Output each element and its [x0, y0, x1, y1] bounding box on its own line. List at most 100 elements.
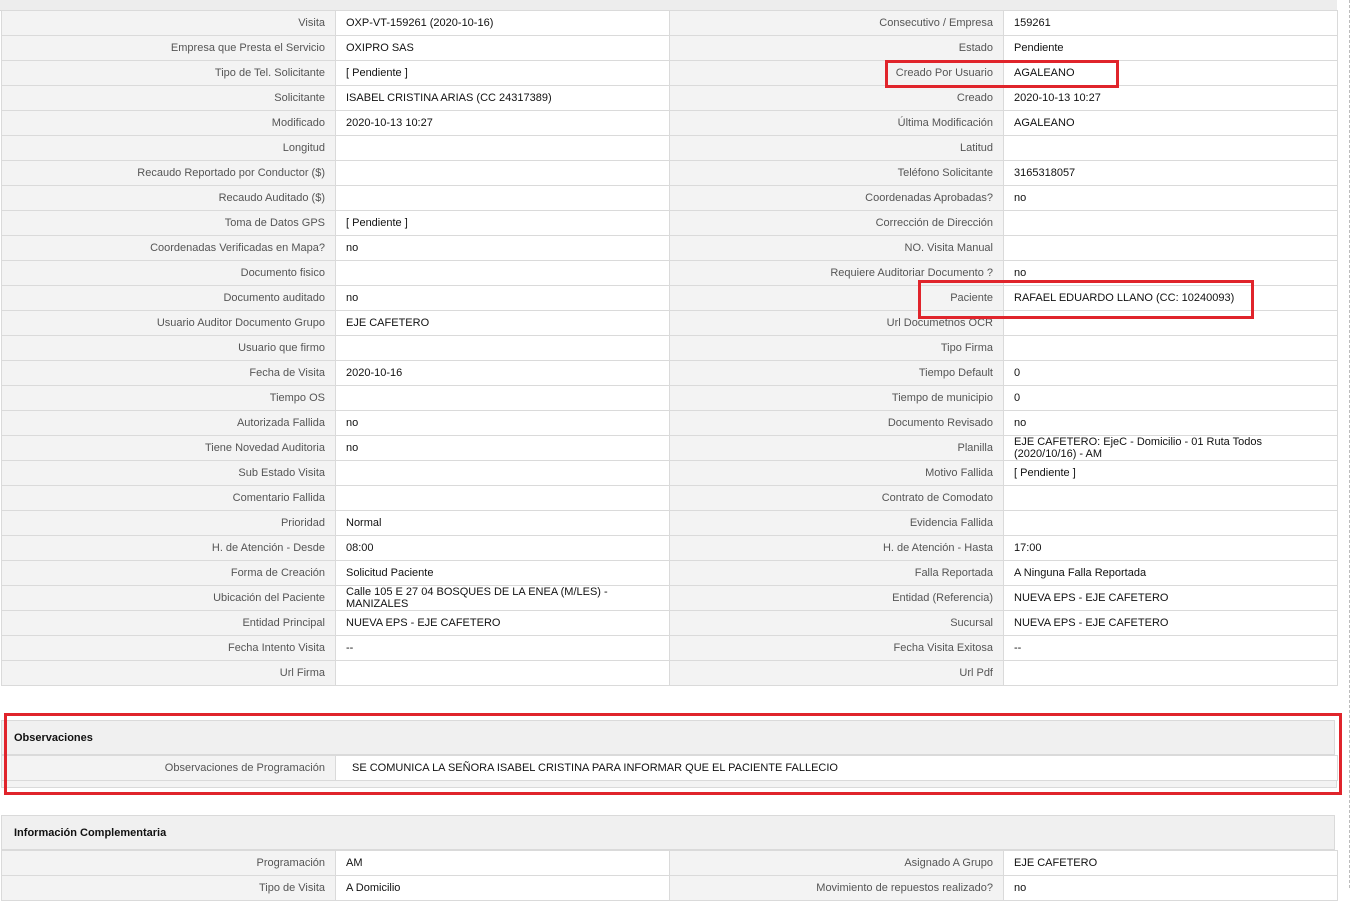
field-label: Tiene Novedad Auditoria — [1, 435, 336, 461]
field-value: Normal — [335, 510, 670, 536]
table-row: Autorizada Fallida no Documento Revisado … — [1, 410, 1338, 436]
field-label: H. de Atención - Hasta — [669, 535, 1004, 561]
field-value: -- — [1003, 635, 1338, 661]
table-row: Forma de Creación Solicitud Paciente Falla… — [1, 560, 1338, 586]
observaciones-value: SE COMUNICA LA SEÑORA ISABEL CRISTINA PA… — [335, 755, 1338, 781]
field-label: Url Pdf — [669, 660, 1004, 686]
field-value — [1003, 510, 1338, 536]
field-label: Contrato de Comodato — [669, 485, 1004, 511]
table-row: Longitud Latitud — [1, 135, 1338, 161]
field-value: OXIPRO SAS — [335, 35, 670, 61]
field-label: Latitud — [669, 135, 1004, 161]
table-row: Usuario que firmo Tipo Firma — [1, 335, 1338, 361]
field-label: Tiempo de municipio — [669, 385, 1004, 411]
field-label: Última Modificación — [669, 110, 1004, 136]
field-label: Entidad (Referencia) — [669, 585, 1004, 611]
field-value: 2020-10-13 10:27 — [1003, 85, 1338, 111]
field-value: AM — [335, 850, 670, 876]
table-row: H. de Atención - Desde 08:00 H. de Atenció… — [1, 535, 1338, 561]
field-label: Documento fisico — [1, 260, 336, 286]
table-row: Documento auditado no Paciente RAFAEL EDUA… — [1, 285, 1338, 311]
field-label: Sub Estado Visita — [1, 460, 336, 486]
field-label: Paciente — [669, 285, 1004, 311]
field-label: Tiempo Default — [669, 360, 1004, 386]
table-row: Visita OXP-VT-159261 (2020-10-16) Consecut… — [1, 10, 1338, 36]
field-label: Teléfono Solicitante — [669, 160, 1004, 186]
field-value — [1003, 210, 1338, 236]
field-label: Creado — [669, 85, 1004, 111]
field-label: NO. Visita Manual — [669, 235, 1004, 261]
field-value: -- — [335, 635, 670, 661]
field-value: no — [1003, 260, 1338, 286]
field-value: [ Pendiente ] — [335, 210, 670, 236]
field-value: AGALEANO — [1003, 110, 1338, 136]
table-row: Recaudo Auditado ($) Coordenadas Aprobada… — [1, 185, 1338, 211]
field-label: Requiere Auditoriar Documento ? — [669, 260, 1004, 286]
observaciones-header: Observaciones — [1, 720, 1335, 755]
field-value: 17:00 — [1003, 535, 1338, 561]
field-label: Recaudo Auditado ($) — [1, 185, 336, 211]
field-value: AGALEANO — [1003, 60, 1338, 86]
table-row: Fecha de Visita 2020-10-16 Tiempo Default… — [1, 360, 1338, 386]
table-row: Usuario Auditor Documento Grupo EJE CAFET… — [1, 310, 1338, 336]
field-value: 0 — [1003, 360, 1338, 386]
table-row: Empresa que Presta el Servicio OXIPRO SAS… — [1, 35, 1338, 61]
field-value: ISABEL CRISTINA ARIAS (CC 24317389) — [335, 85, 670, 111]
field-value: OXP-VT-159261 (2020-10-16) — [335, 10, 670, 36]
field-value: NUEVA EPS - EJE CAFETERO — [1003, 585, 1338, 611]
table-row: Solicitante ISABEL CRISTINA ARIAS (CC 243… — [1, 85, 1338, 111]
field-value: 0 — [1003, 385, 1338, 411]
field-value — [335, 460, 670, 486]
field-value: no — [335, 285, 670, 311]
field-value: 2020-10-16 — [335, 360, 670, 386]
field-label: Solicitante — [1, 85, 336, 111]
field-label: Sucursal — [669, 610, 1004, 636]
field-label: Estado — [669, 35, 1004, 61]
table-row: Toma de Datos GPS[ Pendiente ] Corrección… — [1, 210, 1338, 236]
field-value: no — [1003, 410, 1338, 436]
field-value: 2020-10-13 10:27 — [335, 110, 670, 136]
field-value: 3165318057 — [1003, 160, 1338, 186]
field-value — [1003, 310, 1338, 336]
field-label: H. de Atención - Desde — [1, 535, 336, 561]
field-label: Documento Revisado — [669, 410, 1004, 436]
field-value: Pendiente — [1003, 35, 1338, 61]
field-label: Toma de Datos GPS — [1, 210, 336, 236]
table-row: Tipo de Tel. Solicitante[ Pendiente ] Cre… — [1, 60, 1338, 86]
field-label: Documento auditado — [1, 285, 336, 311]
table-row: Modificado 2020-10-13 10:27 Última Modific… — [1, 110, 1338, 136]
complementaria-header: Información Complementaria — [1, 815, 1335, 850]
field-value — [1003, 660, 1338, 686]
table-row: Coordenadas Verificadas en Mapa? no NO. V… — [1, 235, 1338, 261]
field-value — [335, 160, 670, 186]
field-value: EJE CAFETERO: EjeC - Domicilio - 01 Ruta… — [1003, 435, 1338, 461]
field-label: Url Firma — [1, 660, 336, 686]
field-value: no — [1003, 185, 1338, 211]
field-value — [335, 485, 670, 511]
field-label: Planilla — [669, 435, 1004, 461]
field-label: Prioridad — [1, 510, 336, 536]
field-label: Falla Reportada — [669, 560, 1004, 586]
field-label: Tipo Firma — [669, 335, 1004, 361]
field-label: Tipo de Visita — [1, 875, 336, 901]
table-row: Comentario Fallida Contrato de Comodato — [1, 485, 1338, 511]
field-label: Visita — [1, 10, 336, 36]
field-value: NUEVA EPS - EJE CAFETERO — [335, 610, 670, 636]
field-value: EJE CAFETERO — [335, 310, 670, 336]
table-row: Entidad Principal NUEVA EPS - EJE CAFETER… — [1, 610, 1338, 636]
table-row: Tiempo OS Tiempo de municipio 0 — [1, 385, 1338, 411]
field-label: Movimiento de repuestos realizado? — [669, 875, 1004, 901]
table-row: Sub Estado Visita Motivo Fallida[ Pendien… — [1, 460, 1338, 486]
field-value: no — [335, 410, 670, 436]
field-value: EJE CAFETERO — [1003, 850, 1338, 876]
field-label: Fecha de Visita — [1, 360, 336, 386]
field-value: RAFAEL EDUARDO LLANO (CC: 10240093) — [1003, 285, 1338, 311]
table-row: Programación AM Asignado A Grupo EJE CAFETE… — [1, 850, 1338, 876]
field-label: Usuario que firmo — [1, 335, 336, 361]
field-label: Usuario Auditor Documento Grupo — [1, 310, 336, 336]
field-label: Recaudo Reportado por Conductor ($) — [1, 160, 336, 186]
field-value: [ Pendiente ] — [335, 60, 670, 86]
field-label: Creado Por Usuario — [669, 60, 1004, 86]
observaciones-footer — [1, 780, 1337, 788]
field-value — [335, 135, 670, 161]
